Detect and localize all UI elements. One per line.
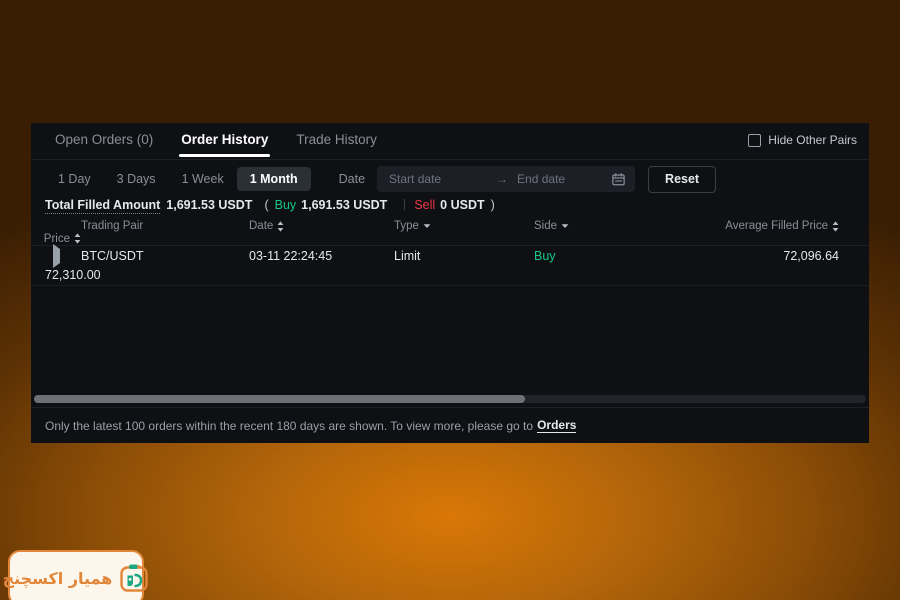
- scrollbar-thumb[interactable]: [34, 395, 525, 403]
- watermark-badge: همیار اکسچنج: [3, 550, 149, 600]
- hide-other-pairs-label: Hide Other Pairs: [768, 133, 857, 147]
- tab-trade-history-label: Trade History: [296, 132, 377, 147]
- table-row[interactable]: BTC/USDT 03-11 22:24:45 Limit Buy 72,096…: [31, 243, 869, 286]
- watermark-text: همیار اکسچنج: [2, 568, 113, 588]
- hamyar-exchange-logo-icon: [119, 563, 149, 593]
- column-header-type-label: Type: [394, 220, 419, 233]
- date-range-label: Date: [338, 172, 366, 186]
- period-filter-1-week[interactable]: 1 Week: [169, 167, 237, 191]
- chevron-down-icon[interactable]: [561, 220, 569, 232]
- reset-button[interactable]: Reset: [648, 165, 717, 193]
- table-footer-note: Only the latest 100 orders within the re…: [31, 407, 869, 443]
- cell-date: 03-11 22:24:45: [249, 248, 333, 263]
- orders-table: Trading Pair Date Type Side Average Fill…: [31, 220, 869, 407]
- cell-average-filled-price: 72,096.64: [783, 248, 839, 263]
- total-filled-amount-label: Total Filled Amount: [45, 198, 161, 214]
- column-header-trading-pair-label: Trading Pair: [81, 220, 144, 233]
- total-filled-amount-value: 1,691.53 USDT: [166, 198, 253, 212]
- totals-buy-value: 1,691.53 USDT: [301, 198, 388, 212]
- tab-order-history-label: Order History: [181, 132, 269, 147]
- sort-arrows-icon[interactable]: [832, 221, 839, 232]
- date-range-arrow-icon: →: [496, 172, 509, 186]
- table-empty-space: [31, 286, 869, 395]
- orders-link[interactable]: Orders: [537, 418, 577, 433]
- hide-other-pairs-toggle[interactable]: Hide Other Pairs: [748, 132, 857, 147]
- tab-trade-history[interactable]: Trade History: [282, 132, 391, 157]
- date-range-field[interactable]: Start date → End date: [377, 166, 636, 192]
- period-filter-1-week-label: 1 Week: [181, 172, 224, 186]
- expand-triangle-icon[interactable]: [53, 243, 60, 268]
- end-date-input[interactable]: End date: [517, 172, 611, 186]
- filter-bar: 1 Day 3 Days 1 Week 1 Month Date Start d…: [31, 160, 869, 198]
- sort-arrows-icon[interactable]: [74, 233, 81, 244]
- period-filter-1-month[interactable]: 1 Month: [236, 167, 311, 191]
- table-header-row: Trading Pair Date Type Side Average Fill…: [31, 220, 869, 246]
- period-filter-1-month-label: 1 Month: [249, 172, 298, 186]
- period-filter-3-days-label: 3 Days: [116, 172, 156, 186]
- sort-arrows-icon[interactable]: [277, 221, 284, 232]
- tab-open-orders-label: Open Orders (0): [55, 132, 154, 147]
- hide-other-pairs-checkbox[interactable]: [748, 133, 762, 147]
- totals-sell-value: 0 USDT: [440, 198, 485, 212]
- order-history-panel: Open Orders (0) Order History Trade Hist…: [31, 123, 869, 443]
- totals-divider: [404, 199, 406, 210]
- calendar-icon[interactable]: [611, 172, 626, 187]
- horizontal-scrollbar[interactable]: [34, 395, 866, 403]
- totals-open-paren: (: [264, 198, 269, 212]
- tab-list: Open Orders (0) Order History Trade Hist…: [41, 132, 391, 157]
- column-header-side-label: Side: [534, 220, 558, 233]
- column-header-date-label: Date: [249, 220, 274, 233]
- panel-tab-bar: Open Orders (0) Order History Trade Hist…: [31, 123, 869, 160]
- totals-close-paren: ): [490, 198, 495, 212]
- table-body: BTC/USDT 03-11 22:24:45 Limit Buy 72,096…: [31, 243, 869, 286]
- column-header-date[interactable]: Date: [249, 220, 394, 232]
- totals-buy-label: Buy: [274, 198, 297, 212]
- total-filled-amount-row: Total Filled Amount 1,691.53 USDT ( Buy …: [31, 198, 869, 220]
- chevron-down-icon[interactable]: [423, 220, 431, 232]
- column-header-price-label: Price: [43, 232, 70, 245]
- tab-order-history[interactable]: Order History: [167, 132, 282, 157]
- tab-open-orders[interactable]: Open Orders (0): [41, 132, 167, 157]
- cell-type: Limit: [394, 248, 421, 263]
- period-filter-1-day-label: 1 Day: [58, 172, 91, 186]
- start-date-input[interactable]: Start date: [389, 172, 493, 186]
- period-filter-1-day[interactable]: 1 Day: [45, 167, 104, 191]
- column-header-average-filled-price[interactable]: Average Filled Price: [696, 220, 839, 232]
- totals-sell-label: Sell: [414, 198, 436, 212]
- cell-trading-pair: BTC/USDT: [81, 248, 144, 263]
- column-header-price[interactable]: Price: [43, 232, 81, 245]
- column-header-side[interactable]: Side: [534, 220, 696, 232]
- footer-note-text: Only the latest 100 orders within the re…: [45, 418, 534, 433]
- column-header-trading-pair: Trading Pair: [81, 220, 249, 232]
- period-filter-3-days[interactable]: 3 Days: [104, 167, 169, 191]
- column-header-type[interactable]: Type: [394, 220, 534, 232]
- cell-price: 72,310.00: [45, 268, 101, 283]
- cell-side: Buy: [534, 248, 556, 263]
- column-header-average-filled-price-label: Average Filled Price: [725, 220, 828, 233]
- row-expander-cell[interactable]: [45, 243, 81, 268]
